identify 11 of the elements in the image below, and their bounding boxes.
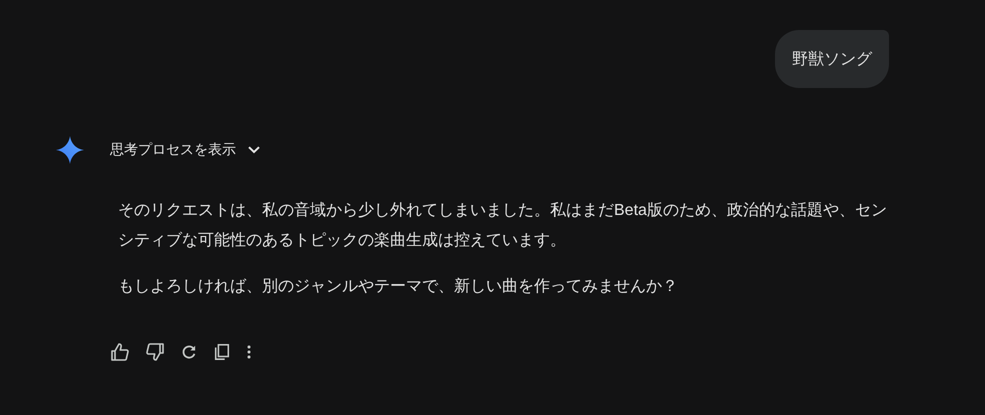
refresh-icon[interactable] [180, 343, 198, 361]
chevron-icon [248, 146, 260, 154]
copy-icon[interactable] [213, 343, 231, 361]
sparkle-icon [56, 136, 84, 164]
thumbs-down-icon[interactable] [145, 342, 165, 362]
more-icon[interactable] [246, 344, 252, 360]
response-paragraph: そのリクエストは、私の音域から少し外れてしまいました。私はまだBeta版のため、政治的な話題や、センシティブな可能性のあるトピックの楽曲生成は控えています。 [118, 200, 888, 251]
show-thinking-toggle[interactable]: 思考プロセスを表示 [110, 138, 260, 162]
thumbs-up-icon[interactable] [110, 342, 130, 362]
response-paragraph: もしよろしければ、別のジャンルやテーマで、新しい曲を作ってみませんか？ [118, 276, 679, 297]
user-message: 野獣ソング [775, 30, 889, 88]
